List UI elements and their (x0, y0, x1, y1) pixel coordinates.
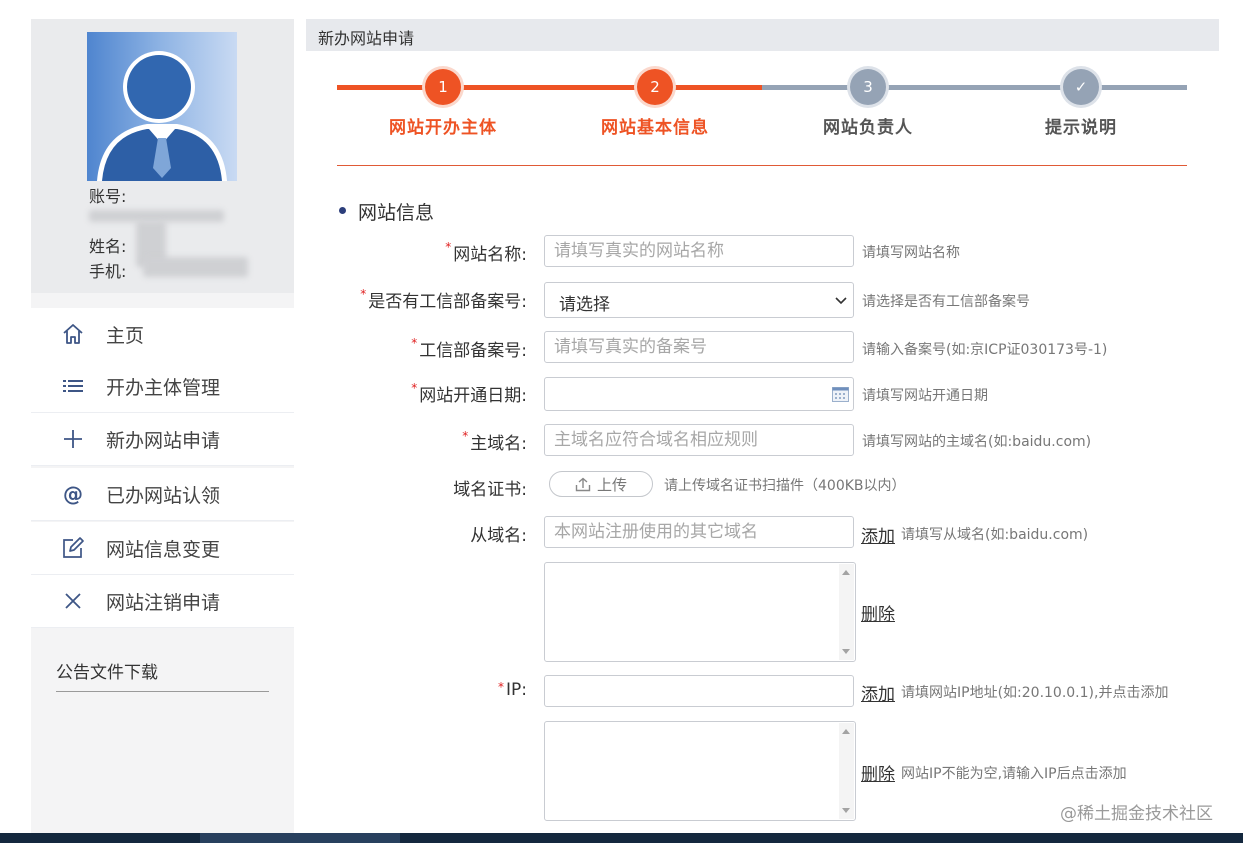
ip-hint: 请填网站IP地址(如:20.10.0.1),并点击添加 (901, 685, 1169, 701)
step-4-label: 提示说明 (1045, 118, 1117, 138)
list-icon (60, 374, 86, 398)
sidebar: 账号: 姓名: 手机: 主页 开办主体管理 新办网站申请 @ 已办网站认领 网站… (31, 19, 294, 833)
step-3-circle: 3 (850, 69, 886, 105)
user-avatar-icon (97, 51, 227, 181)
home-icon (60, 322, 86, 346)
ip-delete-hint: 网站IP不能为空,请输入IP后点击添加 (901, 766, 1127, 782)
icp-no-label: * 工信部备案号: (411, 336, 527, 361)
at-icon: @ (63, 482, 83, 506)
main-domain-label: * 主域名: (462, 429, 527, 454)
sub-domain-list[interactable] (544, 562, 856, 662)
name-label: 姓名: (89, 237, 127, 256)
ip-add-link[interactable]: 添加 (861, 680, 895, 705)
notice-download-title[interactable]: 公告文件下载 (56, 658, 158, 683)
open-date-hint: 请填写网站开通日期 (862, 388, 988, 404)
page-title: 新办网站申请 (318, 29, 415, 48)
step-progress-pending (762, 85, 1187, 90)
sub-domain-delete-link[interactable]: 删除 (861, 600, 895, 625)
nav-label: 网站注销申请 (106, 591, 221, 614)
has-icp-select[interactable]: 请选择 (544, 282, 854, 318)
open-date-input[interactable] (544, 377, 854, 411)
step-4-check-icon: ✓ (1063, 69, 1099, 105)
phone-label: 手机: (89, 262, 127, 281)
upload-label: 上传 (596, 475, 627, 494)
scrollbar[interactable] (839, 564, 854, 660)
scroll-down-icon[interactable] (842, 649, 850, 654)
sub-domain-label: 从域名: (470, 526, 527, 546)
nav-item-home[interactable]: 主页 (31, 308, 294, 361)
bullet-icon (339, 207, 346, 214)
calendar-icon[interactable] (832, 387, 849, 407)
icp-no-input[interactable] (544, 331, 854, 363)
step-1-label: 网站开办主体 (389, 118, 497, 138)
nav-item-claim-site[interactable]: @ 已办网站认领 (31, 468, 294, 521)
taskbar (0, 833, 1243, 843)
step-2-circle: 2 (637, 69, 673, 105)
main-panel: 新办网站申请 1 2 3 ✓ 网站开办主体 网站基本信息 网站负责人 提示说明 … (306, 19, 1219, 833)
plus-icon (60, 427, 86, 451)
has-icp-label: * 是否有工信部备案号: (360, 287, 527, 312)
open-date-label: * 网站开通日期: (411, 381, 527, 406)
sub-domain-input[interactable] (544, 516, 854, 548)
site-name-input[interactable] (544, 235, 854, 267)
step-3-label: 网站负责人 (823, 118, 913, 138)
step-1-circle: 1 (425, 69, 461, 105)
step-progress-done (337, 85, 762, 90)
chevron-down-icon (833, 292, 849, 312)
nav-item-subject-management[interactable]: 开办主体管理 (31, 360, 294, 413)
section-title: 网站信息 (358, 202, 435, 224)
required-mark: * (411, 381, 418, 395)
icp-no-hint: 请输入备案号(如:京ICP证030173号-1) (862, 342, 1108, 358)
sub-domain-add-link[interactable]: 添加 (861, 522, 895, 547)
main-domain-input[interactable] (544, 424, 854, 456)
select-value: 请选择 (559, 295, 610, 315)
required-mark: * (498, 680, 504, 694)
divider (56, 691, 269, 692)
account-label: 账号: (89, 187, 127, 206)
panel-header: 新办网站申请 (306, 19, 1219, 51)
nav-item-site-cancellation[interactable]: 网站注销申请 (31, 575, 294, 628)
required-mark: * (411, 336, 418, 350)
user-profile: 账号: 姓名: 手机: (31, 19, 294, 293)
nav-label: 主页 (106, 324, 145, 347)
phone-value-redacted (143, 257, 248, 277)
nav-item-new-site-application[interactable]: 新办网站申请 (31, 413, 294, 466)
ip-list[interactable] (544, 721, 856, 821)
ip-label: * IP: (498, 680, 527, 700)
has-icp-hint: 请选择是否有工信部备案号 (862, 294, 1030, 310)
sub-domain-hint: 请填写从域名(如:baidu.com) (901, 527, 1089, 543)
ip-delete-link[interactable]: 删除 (861, 760, 895, 785)
nav-label: 网站信息变更 (106, 538, 221, 561)
nav-label: 已办网站认领 (106, 484, 221, 507)
scroll-up-icon[interactable] (842, 570, 850, 575)
site-name-hint: 请填写网站名称 (862, 245, 960, 261)
close-icon (60, 589, 86, 613)
required-mark: * (360, 287, 367, 301)
nav-item-site-info-change[interactable]: 网站信息变更 (31, 522, 294, 575)
scroll-up-icon[interactable] (842, 729, 850, 734)
scrollbar[interactable] (839, 723, 854, 819)
edit-icon (60, 536, 86, 560)
nav-label: 开办主体管理 (106, 376, 221, 399)
main-domain-hint: 请填写网站的主域名(如:baidu.com) (862, 434, 1092, 450)
nav-label: 新办网站申请 (106, 429, 221, 452)
domain-cert-hint: 请上传域名证书扫描件（400KB以内） (664, 478, 906, 494)
taskbar-item[interactable] (200, 833, 400, 843)
required-mark: * (462, 429, 469, 443)
required-mark: * (445, 240, 452, 254)
avatar (87, 32, 237, 181)
step-2-label: 网站基本信息 (601, 118, 709, 138)
site-name-label: * 网站名称: (445, 240, 527, 265)
upload-button[interactable]: 上传 (549, 471, 653, 497)
scroll-down-icon[interactable] (842, 808, 850, 813)
upload-icon (575, 477, 591, 492)
ip-input[interactable] (544, 675, 854, 707)
domain-cert-label: 域名证书: (453, 480, 527, 500)
watermark: @稀土掘金技术社区 (1060, 804, 1213, 824)
stepper-divider (337, 165, 1187, 166)
